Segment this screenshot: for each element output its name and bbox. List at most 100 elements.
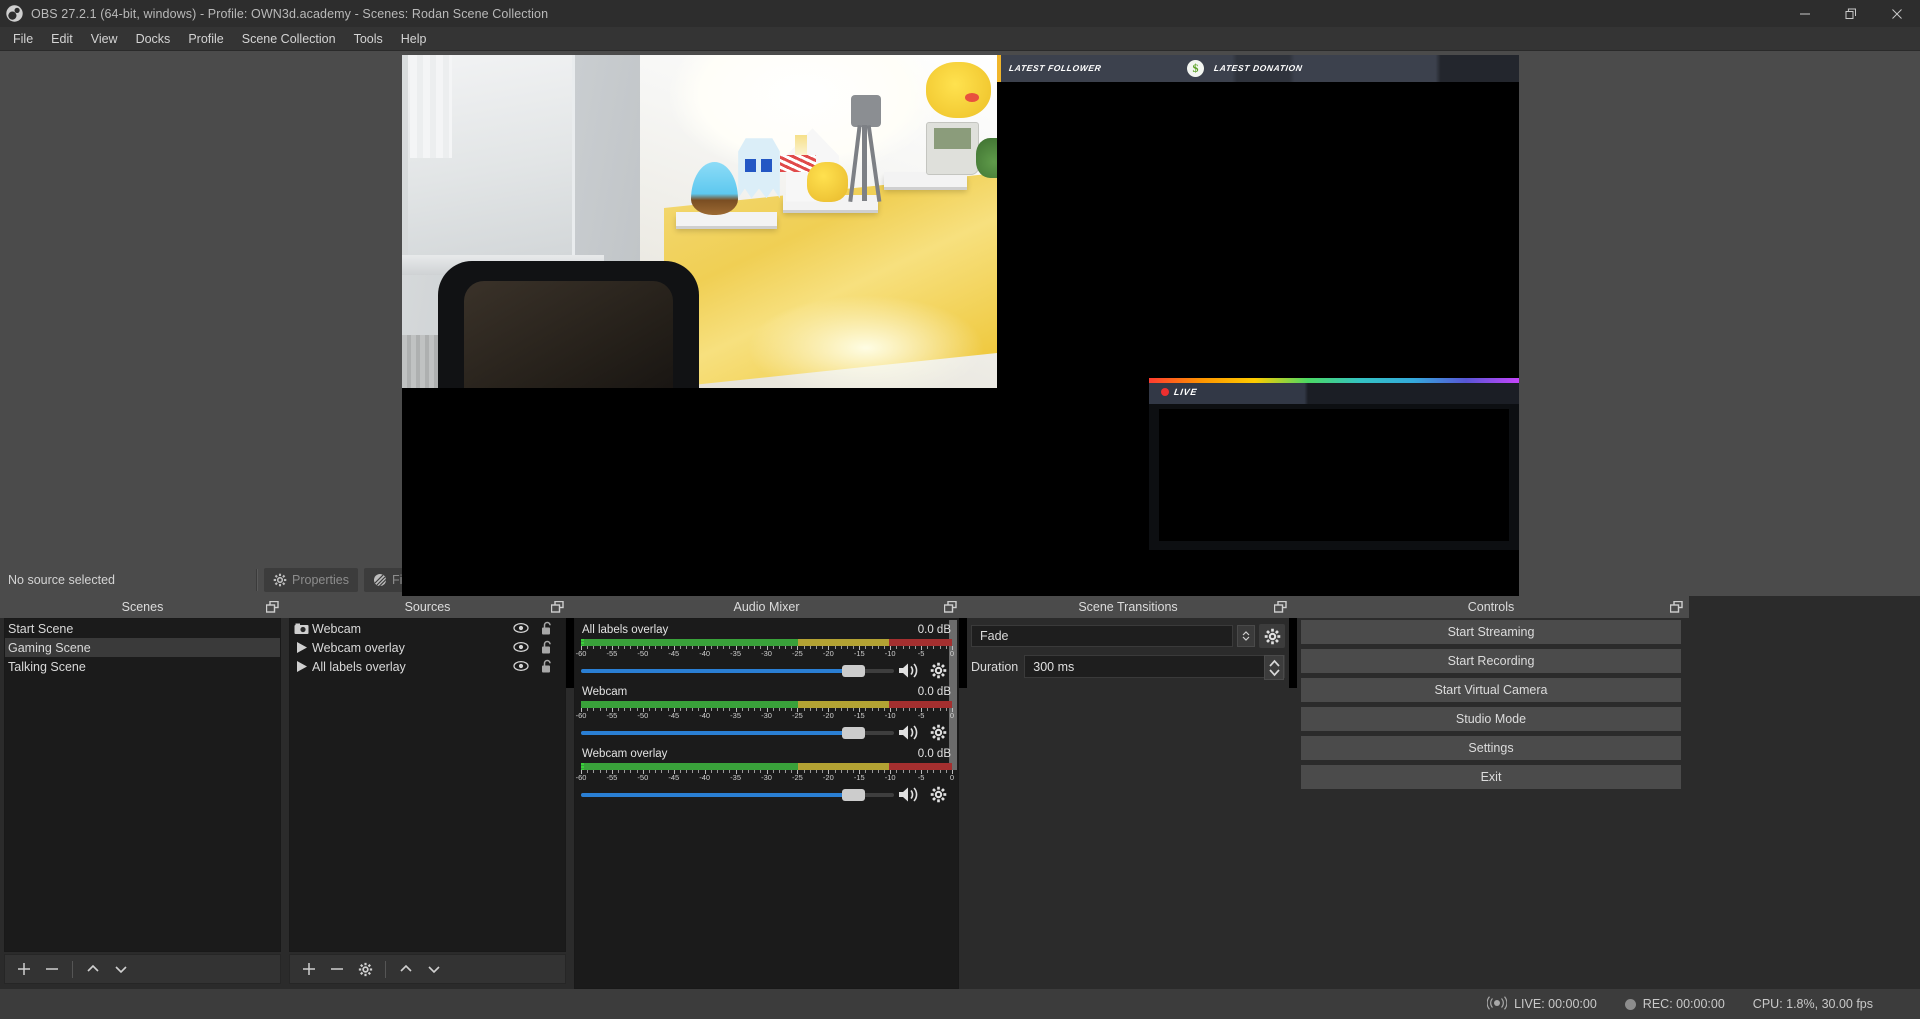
transition-select[interactable]: Fade [971,625,1233,647]
latest-donation-label: LATEST DONATION [1213,63,1303,73]
minimize-icon[interactable] [1782,0,1828,27]
add-scene-button[interactable] [11,957,37,981]
menu-view[interactable]: View [82,29,127,49]
scene-list-item[interactable]: Start Scene [5,619,280,638]
studio-mode-button[interactable]: Studio Mode [1301,707,1681,731]
audio-channel: Webcam 0.0 dB -60-55-50-45-40-35-30-25-2… [575,681,958,743]
restore-icon[interactable] [1828,0,1874,27]
group-triangle-icon[interactable] [290,660,312,673]
gear-icon [273,573,287,587]
lock-open-icon[interactable] [540,621,553,639]
audio-channel-name: Webcam overlay [582,748,667,760]
live-record-dot-icon [1161,388,1169,396]
exit-button[interactable]: Exit [1301,765,1681,789]
menu-profile[interactable]: Profile [179,29,232,49]
audio-level-meter [581,763,952,770]
dock-float-icon[interactable] [551,601,564,613]
group-triangle-icon[interactable] [290,641,312,654]
sources-title-label: Sources [405,600,451,614]
menu-edit[interactable]: Edit [42,29,82,49]
preview-area[interactable]: LATEST FOLLOWER $ LATEST DONATION LIVE [0,51,1920,564]
live-camera-inner-frame [1159,409,1509,541]
audio-settings-gear-icon[interactable] [924,724,952,741]
scene-list-item[interactable]: Gaming Scene [5,638,280,657]
duration-label: Duration [971,660,1018,674]
audio-mixer-title-label: Audio Mixer [734,600,800,614]
window-controls [1782,0,1920,27]
transition-properties-gear-icon[interactable] [1259,624,1285,648]
filters-icon [373,573,387,587]
source-properties-button[interactable] [352,957,378,981]
add-source-button[interactable] [296,957,322,981]
audio-mixer-dock: Audio Mixer All labels overlay 0.0 dB - [570,596,963,989]
scenes-title-label: Scenes [122,600,164,614]
move-scene-down-button[interactable] [108,957,134,981]
move-source-down-button[interactable] [421,957,447,981]
volume-slider[interactable] [581,787,894,803]
obs-logo-icon [6,5,23,22]
scenes-dock: Scenes Start Scene Gaming Scene Talking … [0,596,285,989]
start-streaming-button[interactable]: Start Streaming [1301,620,1681,644]
menu-file[interactable]: File [4,29,42,49]
sources-toolbar [289,954,566,984]
lock-open-icon[interactable] [540,640,553,658]
move-source-up-button[interactable] [393,957,419,981]
remove-source-button[interactable] [324,957,350,981]
visibility-eye-icon[interactable] [513,622,529,637]
source-list-item[interactable]: Webcam overlay [290,638,565,657]
mute-speaker-icon[interactable] [894,662,924,679]
source-list-item[interactable]: Webcam [290,619,565,638]
sources-list[interactable]: Webcam Webcam ove [289,618,566,952]
audio-channel-name: All labels overlay [582,624,668,636]
cpu-fps-label: CPU: 1.8%, 30.00 fps [1753,997,1873,1011]
audio-meter-ticks: -60-55-50-45-40-35-30-25-20-15-10-50 [581,708,952,720]
start-virtual-camera-button[interactable]: Start Virtual Camera [1301,678,1681,702]
visibility-eye-icon[interactable] [513,660,529,675]
menu-tools[interactable]: Tools [345,29,392,49]
settings-button[interactable]: Settings [1301,736,1681,760]
start-recording-button[interactable]: Start Recording [1301,649,1681,673]
audio-mixer-dock-title: Audio Mixer [570,596,963,618]
dock-float-icon[interactable] [266,601,279,613]
rec-status: REC: 00:00:00 [1625,997,1725,1011]
scenes-dock-title: Scenes [0,596,285,618]
live-badge-header [1149,383,1519,404]
dock-float-icon[interactable] [1274,601,1287,613]
menu-scene-collection[interactable]: Scene Collection [233,29,345,49]
live-label: LIVE [1173,387,1198,397]
mute-speaker-icon[interactable] [894,724,924,741]
move-scene-up-button[interactable] [80,957,106,981]
volume-slider[interactable] [581,725,894,741]
scenes-list[interactable]: Start Scene Gaming Scene Talking Scene [4,618,281,952]
controls-dock: Controls Start Streaming Start Recording… [1293,596,1689,989]
toolbar-separator [385,961,386,978]
menu-docks[interactable]: Docks [127,29,180,49]
transition-value-label: Fade [980,629,1009,643]
lock-open-icon[interactable] [540,659,553,677]
remove-scene-button[interactable] [39,957,65,981]
audio-channel-db: 0.0 dB [918,748,951,760]
scene-list-item[interactable]: Talking Scene [5,657,280,676]
mute-speaker-icon[interactable] [894,786,924,803]
dock-float-icon[interactable] [1670,601,1683,613]
close-icon[interactable] [1874,0,1920,27]
visibility-eye-icon[interactable] [513,641,529,656]
source-list-item[interactable]: All labels overlay [290,657,565,676]
volume-slider[interactable] [581,663,894,679]
properties-button[interactable]: Properties [264,568,358,592]
audio-mixer-body[interactable]: All labels overlay 0.0 dB -60-55-50-45-4… [574,618,959,989]
audio-settings-gear-icon[interactable] [924,786,952,803]
camera-icon [290,623,312,635]
window-title: OBS 27.2.1 (64-bit, windows) - Profile: … [31,7,548,21]
transition-select-arrows[interactable] [1237,625,1255,647]
audio-settings-gear-icon[interactable] [924,662,952,679]
audio-channel-name: Webcam [582,686,627,698]
duration-input[interactable]: 300 ms [1024,655,1285,678]
duration-spinner[interactable] [1264,655,1284,680]
preview-canvas[interactable]: LATEST FOLLOWER $ LATEST DONATION LIVE [402,55,1519,688]
dock-float-icon[interactable] [944,601,957,613]
live-timer-label: LIVE: 00:00:00 [1514,997,1597,1011]
menu-help[interactable]: Help [392,29,436,49]
audio-channel: Webcam overlay 0.0 dB -60-55-50-45-40-35… [575,743,958,805]
scene-transitions-dock-title: Scene Transitions [963,596,1293,618]
